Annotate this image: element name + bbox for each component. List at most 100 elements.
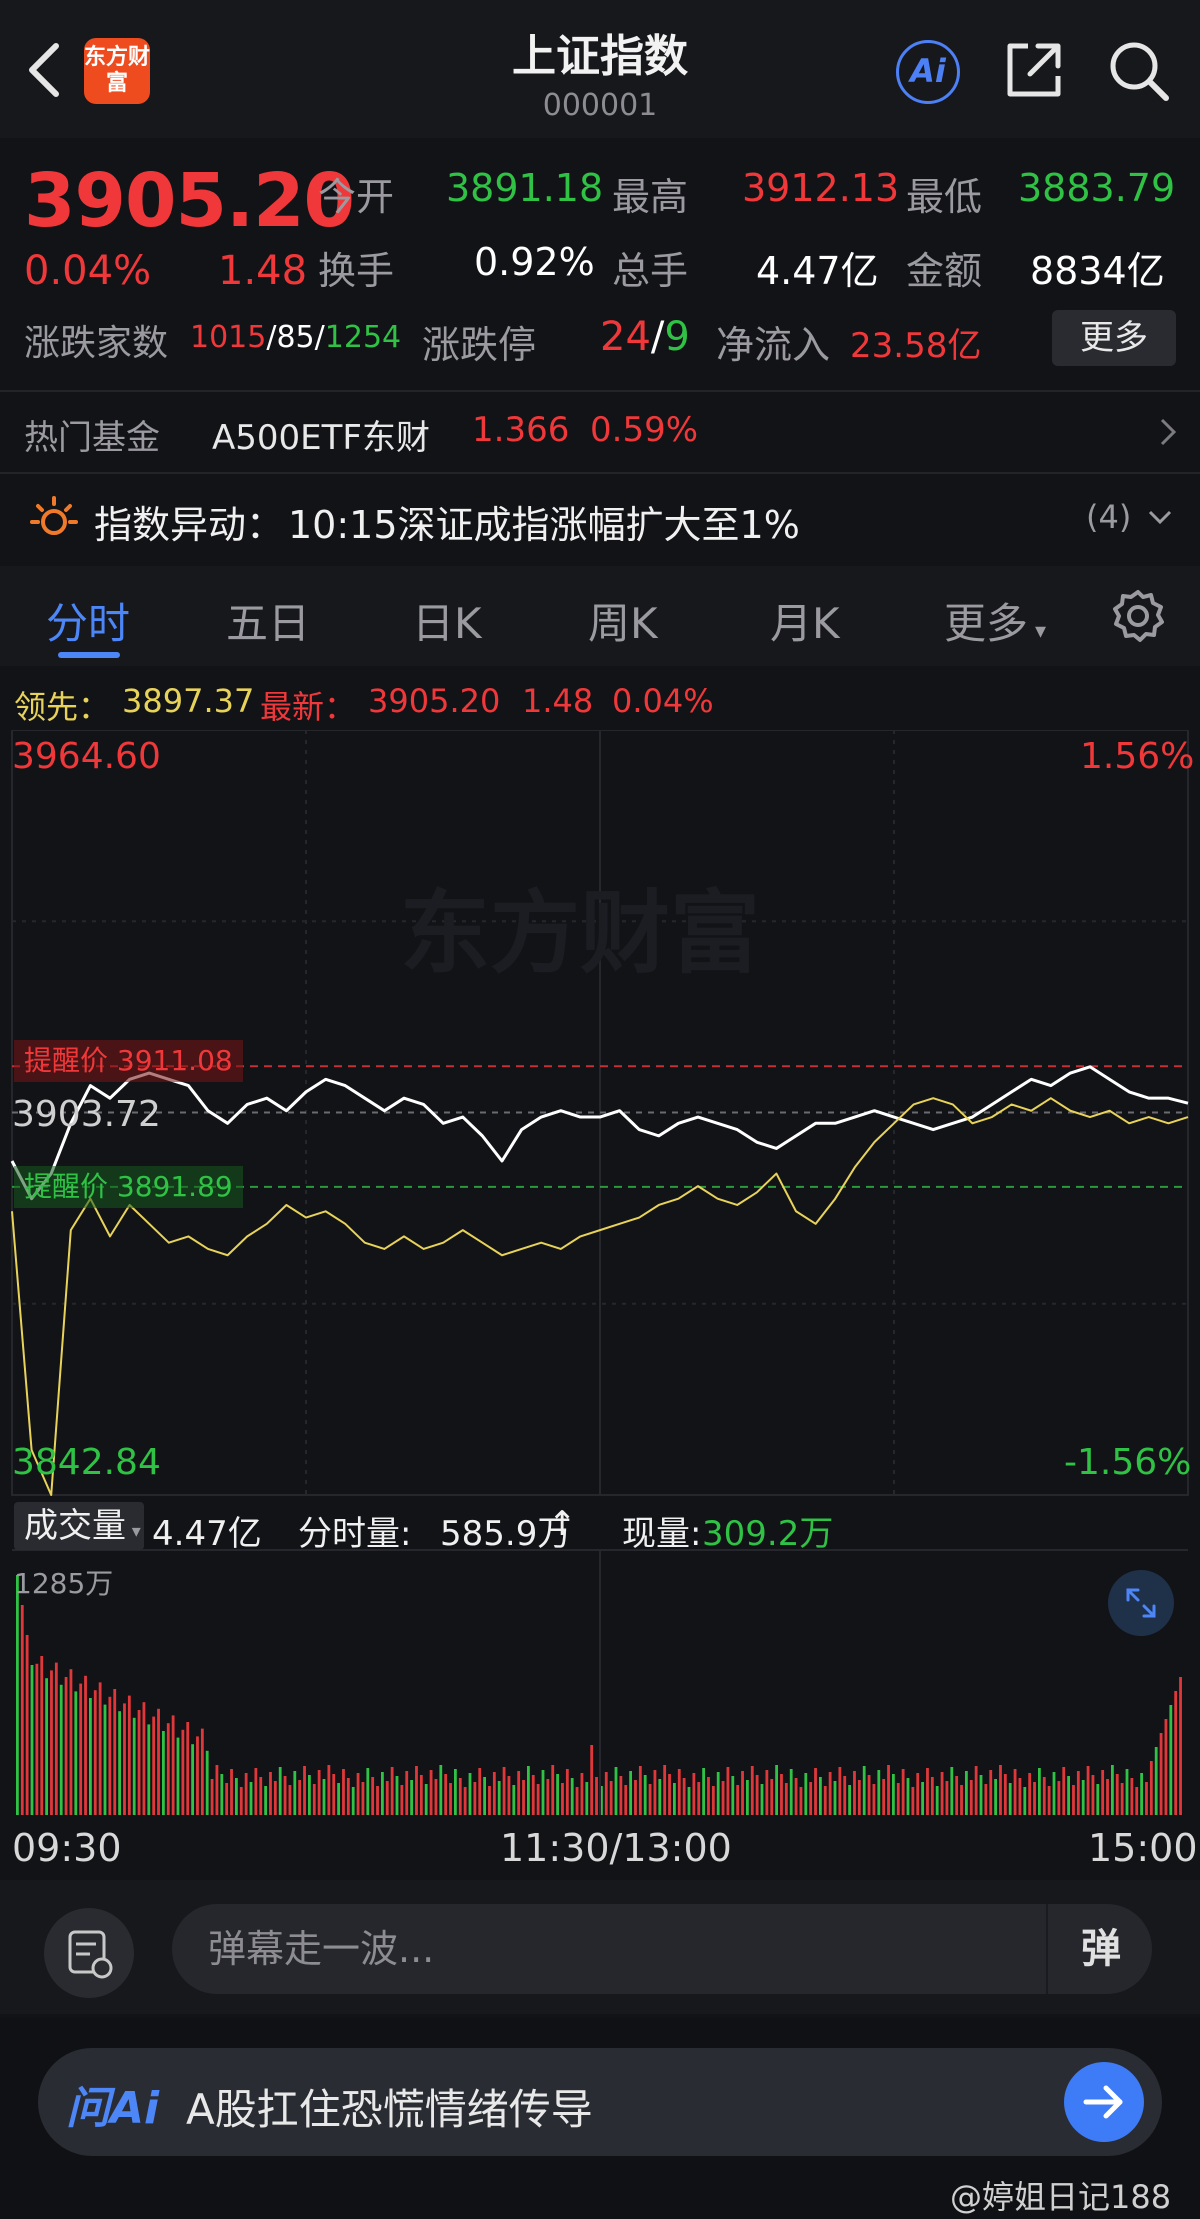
share-icon[interactable] [1002, 38, 1066, 102]
volume-bar [215, 1765, 219, 1815]
volume-bar [30, 1665, 34, 1815]
time-axis: 09:30 11:30/13:00 15:00 [0, 1820, 1200, 1876]
index-alert-row[interactable]: 指数异动： 10:15深证成指涨幅扩大至1% (4) [0, 474, 1200, 564]
volume-bar [522, 1780, 525, 1815]
volume-bar [1115, 1774, 1119, 1815]
volume-bar [327, 1765, 331, 1815]
danmu-settings-button[interactable] [44, 1908, 134, 1998]
volume-bar [93, 1690, 97, 1815]
volume-bar [950, 1767, 954, 1815]
volume-bar [814, 1768, 817, 1815]
send-button[interactable] [1064, 2062, 1144, 2142]
quote-panel: 3905.20 0.04% 1.48 今开 3891.18 最高 3912.13… [0, 140, 1200, 390]
volume-bar [595, 1777, 598, 1815]
volume-bar [833, 1781, 837, 1815]
volume-bar [458, 1778, 462, 1815]
time-label-mid: 11:30/13:00 [500, 1826, 732, 1870]
more-quote-button[interactable]: 更多 [1052, 310, 1176, 366]
volume-bar [419, 1775, 423, 1815]
volume-bar [755, 1775, 759, 1815]
gear-icon[interactable] [1110, 588, 1166, 644]
volume-bar [965, 1771, 968, 1815]
volume-bar [741, 1771, 744, 1815]
volume-bar [376, 1786, 379, 1815]
ai-button[interactable]: Ai [896, 40, 960, 104]
volume-bar [624, 1785, 628, 1815]
ask-ai-bar[interactable]: 问Ai A股扛住恐慌情绪传导 [38, 2048, 1162, 2156]
intraday-chart[interactable]: 东方财富 3964.60 1.56% 3903.72 3842.84 -1.56… [0, 730, 1200, 1875]
pct-min-label: -1.56% [1064, 1442, 1192, 1483]
volume-bar [1140, 1773, 1143, 1815]
latest-label: 最新： [260, 688, 357, 726]
tab-month-k[interactable]: 月K [770, 590, 840, 651]
hot-fund-pct: 0.59% [590, 410, 699, 450]
volume-bar [892, 1774, 895, 1815]
volume-bar [74, 1691, 78, 1815]
danmu-input[interactable]: 弹幕走一波... [172, 1904, 1152, 1994]
danmu-row: 弹幕走一波... 弹 [0, 1880, 1200, 2014]
minute-volume-label: 分时量: [298, 1514, 412, 1554]
pct-max-label: 1.56% [1080, 736, 1195, 777]
volume-bar [1057, 1781, 1061, 1815]
volume-bar [79, 1683, 83, 1815]
volume-bar [809, 1782, 813, 1815]
inflow-label: 净流入 [716, 323, 831, 367]
ask-ai-logo: 问Ai [66, 2083, 160, 2134]
volume-bar [546, 1779, 550, 1815]
volume-bar [468, 1773, 472, 1815]
low-label: 最低 [906, 175, 983, 219]
up-arrow-icon: ↑ [548, 1504, 577, 1544]
tab-day-k[interactable]: 日K [412, 590, 482, 651]
volume-bar [570, 1778, 574, 1815]
volume-bar [293, 1771, 297, 1815]
search-icon[interactable] [1106, 38, 1172, 104]
tab-five-day[interactable]: 五日 [226, 590, 310, 651]
reminder-high-tag[interactable]: 提醒价 3911.08 [14, 1040, 243, 1082]
volume-bar [551, 1765, 555, 1815]
volume-bar [531, 1775, 535, 1815]
current-volume-label: 现量: [622, 1514, 702, 1554]
volume-bar [25, 1635, 29, 1815]
reminder-low-tag[interactable]: 提醒价 3891.89 [14, 1166, 243, 1208]
volume-bar [410, 1780, 413, 1815]
volume-bar [220, 1774, 224, 1815]
hot-fund-row[interactable]: 热门基金 A500ETF东财 1.366 0.59% [0, 392, 1200, 472]
expand-chart-button[interactable] [1108, 1570, 1174, 1636]
volume-bar [249, 1782, 253, 1815]
volume-bar [1042, 1777, 1046, 1815]
volume-bar [254, 1768, 258, 1815]
volume-bar [273, 1781, 277, 1815]
tab-week-k[interactable]: 周K [588, 590, 658, 651]
volume-bar [527, 1766, 530, 1815]
volume-bar [405, 1771, 409, 1815]
high-value: 3912.13 [742, 166, 900, 210]
danmu-toggle-button[interactable]: 弹 [1046, 1904, 1154, 1994]
volume-bar [196, 1736, 199, 1815]
volume-bar [668, 1774, 671, 1815]
volume-bar [882, 1779, 886, 1815]
volume-bar [930, 1777, 934, 1815]
volume-bar [312, 1784, 316, 1815]
volume-bar [361, 1782, 365, 1815]
volume-bar [643, 1775, 647, 1815]
volume-bar [351, 1787, 355, 1815]
volume-bar [1111, 1765, 1114, 1815]
volume-bar [1028, 1773, 1032, 1815]
tab-intraday[interactable]: 分时 [46, 590, 130, 651]
amount-label: 金额 [906, 249, 983, 293]
volume-bar [585, 1782, 589, 1815]
volume-bar [1106, 1779, 1109, 1815]
volume-selector[interactable]: 成交量 ▾ [14, 1502, 144, 1550]
volume-bar [230, 1769, 233, 1815]
volume-bar [308, 1775, 311, 1815]
active-tab-indicator [58, 652, 120, 658]
volume-bar [877, 1770, 881, 1815]
volume-bar [1125, 1769, 1129, 1815]
tab-more[interactable]: 更多 ▾ [944, 590, 1046, 651]
volume-bar [98, 1682, 102, 1815]
volume-bar [512, 1785, 516, 1815]
volume-bar [50, 1670, 53, 1815]
volume-bar [775, 1765, 778, 1815]
volume-bar [896, 1783, 900, 1815]
volume-bar [239, 1787, 243, 1815]
